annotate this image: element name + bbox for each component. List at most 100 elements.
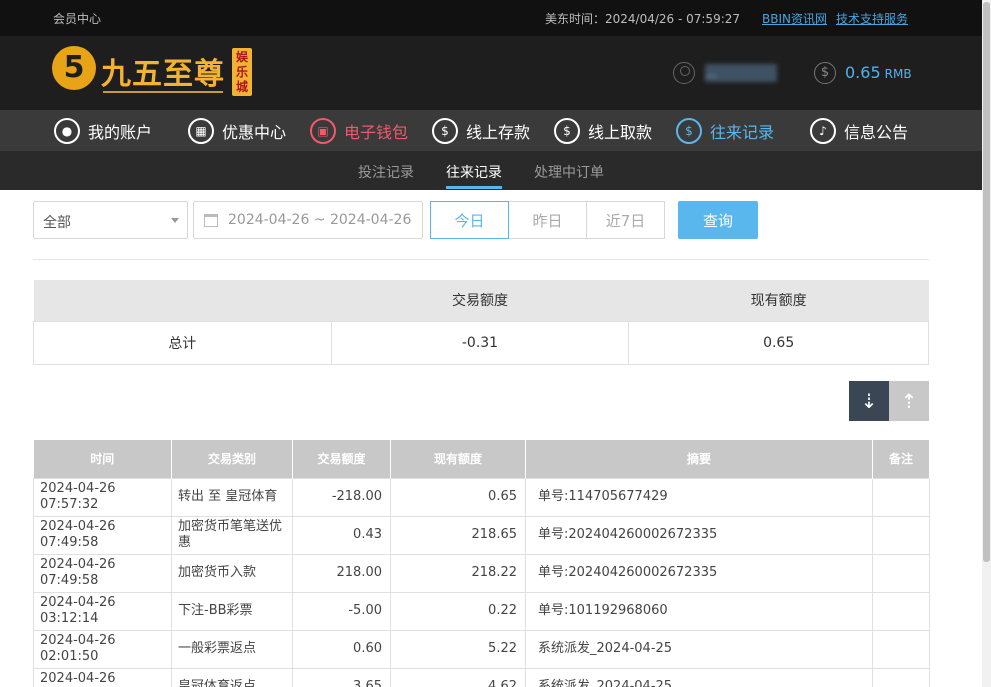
sub-nav: 投注记录 往来记录 处理中订单 — [0, 151, 982, 190]
cell-amount: -5.00 — [292, 591, 391, 631]
yesterday-button[interactable]: 昨日 — [508, 201, 587, 239]
nav-records[interactable]: $ 往来记录 — [676, 110, 774, 151]
cell-amount: 3.65 — [292, 667, 391, 687]
logo-badge: 娱乐城 — [232, 48, 252, 96]
sort-desc-icon[interactable]: ⇣ — [849, 381, 889, 421]
support-link[interactable]: 技术支持服务 — [836, 10, 908, 27]
cell-note — [872, 629, 930, 669]
nav-label: 线上取款 — [588, 122, 653, 142]
nav-deposit[interactable]: $ 线上存款 — [432, 110, 530, 151]
quick-date-buttons: 今日 昨日 近7日 — [430, 201, 665, 239]
logo-ornament — [103, 91, 223, 93]
table-row: 2024-04-26 02:01:50 一般彩票返点 0.60 5.22 系统派… — [33, 629, 930, 669]
tab-bet-records[interactable]: 投注记录 — [358, 162, 414, 182]
nav-label: 往来记录 — [710, 122, 775, 142]
cell-time: 2024-04-26 02:01:50 — [33, 667, 172, 687]
scrollbar-thumb[interactable] — [983, 2, 990, 562]
page: { "topbar": { "member_center": "会员中心", "… — [0, 0, 991, 687]
vertical-scrollbar[interactable] — [982, 0, 991, 687]
cell-amount: 0.43 — [292, 515, 391, 555]
column-header: 现有额度 — [390, 440, 526, 478]
column-header: 交易额度 — [292, 440, 391, 478]
balance: 0.65 RMB — [845, 63, 912, 82]
divider — [33, 259, 929, 260]
balance-value: 0.65 — [845, 63, 881, 82]
logo-emblem: 5 — [52, 46, 96, 90]
summary-row: 总计 -0.31 0.65 — [33, 320, 929, 365]
date-range-input[interactable]: 2024-04-26 ~ 2024-04-26 — [193, 201, 423, 239]
cell-time: 2024-04-26 07:57:32 — [33, 477, 172, 517]
eastern-time: 美东时间：2024/04/26 - 07:59:27 — [545, 12, 741, 26]
nav-my-account[interactable]: ● 我的账户 — [54, 110, 152, 151]
cell-type: 加密货币入款 — [171, 553, 293, 593]
column-header: 时间 — [33, 440, 172, 478]
active-tab-indicator — [446, 186, 502, 189]
nav-label: 我的账户 — [88, 122, 153, 142]
nav-withdraw[interactable]: $ 线上取款 — [554, 110, 652, 151]
cell-balance: 4.62 — [390, 667, 526, 687]
cell-time: 2024-04-26 07:49:58 — [33, 515, 172, 555]
tab-pending-orders[interactable]: 处理中订单 — [534, 162, 604, 182]
balance-unit: RMB — [884, 67, 912, 81]
category-select-value: 全部 — [43, 215, 71, 231]
cell-summary: 单号:114705677429 — [525, 477, 873, 517]
top-bar: 会员中心 美东时间：2024/04/26 - 07:59:27 BBIN资讯网 … — [0, 0, 982, 36]
summary-cell: -0.31 — [330, 320, 630, 365]
logo-text: 九五至尊 — [101, 57, 225, 92]
withdraw-icon: $ — [554, 117, 580, 144]
records-icon: $ — [676, 117, 702, 144]
cell-time: 2024-04-26 02:01:50 — [33, 629, 172, 669]
nav-wallet[interactable]: ▣ 电子钱包 — [310, 110, 408, 151]
user-icon: ● — [54, 117, 80, 144]
table-row: 2024-04-26 07:57:32 转出 至 皇冠体育 -218.00 0.… — [33, 477, 930, 517]
calendar-icon — [204, 214, 218, 227]
nav-label: 线上存款 — [466, 122, 531, 142]
cell-balance: 0.65 — [390, 477, 526, 517]
cell-balance: 218.22 — [390, 553, 526, 593]
deposit-icon: $ — [432, 117, 458, 144]
bell-icon: ♪ — [810, 117, 836, 144]
summary-header — [33, 280, 332, 321]
summary-table: 交易额度 现有额度 总计 -0.31 0.65 — [33, 280, 929, 365]
cell-type: 一般彩票返点 — [171, 629, 293, 669]
column-header: 备注 — [872, 440, 930, 478]
cell-type: 加密货币笔笔送优惠 — [171, 515, 293, 555]
summary-header-row: 交易额度 现有额度 — [33, 280, 929, 321]
cell-note — [872, 515, 930, 555]
nav-label: 优惠中心 — [222, 122, 287, 142]
nav-label: 电子钱包 — [344, 122, 409, 142]
cell-amount: 0.60 — [292, 629, 391, 669]
member-center-link[interactable]: 会员中心 — [53, 10, 101, 27]
summary-cell: 总计 — [33, 320, 332, 365]
tab-transaction-records[interactable]: 往来记录 — [446, 162, 502, 182]
main-nav: ● 我的账户 ▦ 优惠中心 ▣ 电子钱包 $ 线上存款 $ 线上取款 $ 往来记… — [0, 110, 982, 151]
cell-type: 下注-BB彩票 — [171, 591, 293, 631]
last-7-days-button[interactable]: 近7日 — [586, 201, 665, 239]
wallet-icon: ▣ — [310, 117, 336, 144]
date-range-value: 2024-04-26 ~ 2024-04-26 — [228, 212, 412, 228]
nav-label: 信息公告 — [844, 122, 909, 142]
nav-promotions[interactable]: ▦ 优惠中心 — [188, 110, 286, 151]
nav-announcements[interactable]: ♪ 信息公告 — [810, 110, 908, 151]
sort-buttons: ⇣ ⇡ — [849, 381, 929, 421]
category-select[interactable]: 全部 — [33, 201, 188, 239]
username: ... — [705, 64, 777, 82]
table-row: 2024-04-26 07:49:58 加密货币笔笔送优惠 0.43 218.6… — [33, 515, 930, 555]
user-icon — [673, 62, 695, 84]
cell-balance: 218.65 — [390, 515, 526, 555]
summary-header: 现有额度 — [628, 280, 929, 321]
cell-time: 2024-04-26 07:49:58 — [33, 553, 172, 593]
cell-note — [872, 667, 930, 687]
cell-summary: 系统派发_2024-04-25 — [525, 629, 873, 669]
today-button[interactable]: 今日 — [430, 201, 509, 239]
bbin-info-link[interactable]: BBIN资讯网 — [762, 10, 827, 27]
cell-time: 2024-04-26 03:12:14 — [33, 591, 172, 631]
table-row: 2024-04-26 02:01:50 皇冠体育返点 3.65 4.62 系统派… — [33, 667, 930, 687]
summary-cell: 0.65 — [628, 320, 929, 365]
cell-note — [872, 477, 930, 517]
gift-icon: ▦ — [188, 117, 214, 144]
query-button[interactable]: 查询 — [678, 201, 758, 239]
header: 5 九五至尊 娱乐城 ... $ 0.65 RMB — [0, 36, 982, 110]
cell-balance: 5.22 — [390, 629, 526, 669]
sort-asc-icon[interactable]: ⇡ — [889, 381, 929, 421]
